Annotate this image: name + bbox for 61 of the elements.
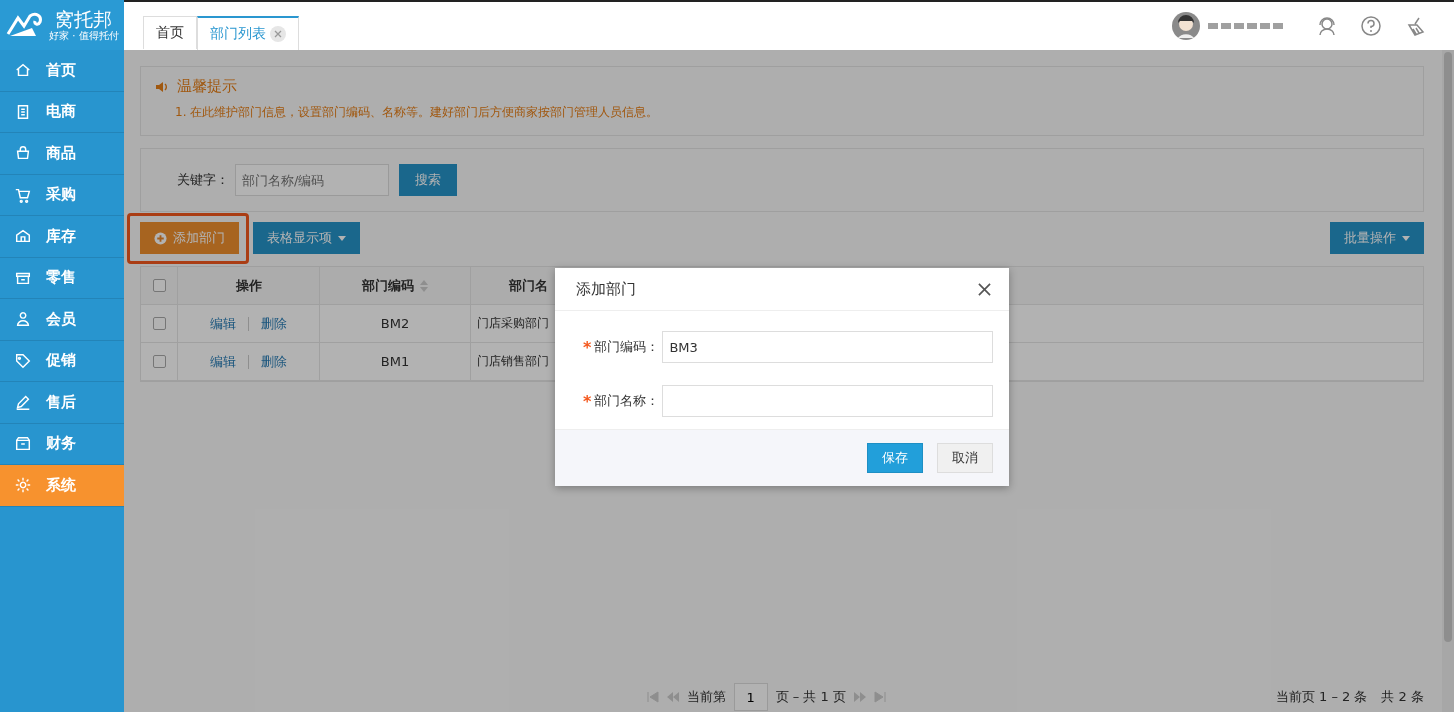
select-all-checkbox[interactable] bbox=[152, 279, 166, 292]
row-checkbox[interactable] bbox=[152, 317, 166, 330]
page-suffix: 页 – 共 1 页 bbox=[775, 688, 846, 706]
action-link[interactable]: 删除 bbox=[261, 352, 287, 371]
logo-name: 窝托邦 bbox=[55, 8, 113, 30]
avatar-icon[interactable] bbox=[1172, 12, 1200, 40]
column-header: 部门编码 bbox=[362, 276, 414, 295]
first-page-icon[interactable] bbox=[646, 691, 659, 703]
add-department-button[interactable]: 添加部门 bbox=[140, 222, 239, 254]
notice-text: 1. 在此维护部门信息，设置部门编码、名称等。建好部门后方便商家按部门管理人员信息。 bbox=[175, 104, 660, 121]
scrollbar[interactable] bbox=[1442, 50, 1454, 712]
page-number-field[interactable]: 1 bbox=[733, 683, 768, 711]
columns-dropdown-button[interactable]: 表格显示项 bbox=[253, 222, 360, 254]
box-icon bbox=[14, 434, 32, 453]
support-icon[interactable] bbox=[1316, 15, 1338, 37]
tag-icon bbox=[14, 351, 32, 370]
search-button[interactable]: 搜索 bbox=[399, 164, 457, 196]
column-header: 操作 bbox=[235, 276, 262, 295]
previous-page-icon[interactable] bbox=[666, 691, 679, 703]
total-count: 共 2 条 bbox=[1381, 688, 1424, 706]
row-checkbox[interactable] bbox=[152, 355, 166, 368]
save-button[interactable]: 保存 bbox=[867, 443, 923, 473]
field-label: 部门名称： bbox=[594, 392, 661, 410]
last-page-icon[interactable] bbox=[873, 691, 886, 703]
help-icon[interactable] bbox=[1360, 15, 1382, 37]
close-icon[interactable] bbox=[978, 282, 991, 296]
user-icon bbox=[14, 310, 32, 329]
tab[interactable]: 部门列表 bbox=[197, 16, 299, 50]
sort-icon[interactable] bbox=[420, 279, 428, 292]
notice-title: 温馨提示 bbox=[177, 77, 237, 96]
page-summary: 当前页 1 – 2 条 bbox=[1275, 688, 1368, 706]
action-link[interactable]: 编辑 bbox=[210, 314, 236, 333]
required-mark: * bbox=[583, 391, 592, 411]
next-page-icon[interactable] bbox=[853, 691, 866, 703]
plus-icon bbox=[154, 231, 167, 245]
keyword-label: 关键字： bbox=[177, 171, 229, 189]
caret-icon bbox=[338, 235, 346, 241]
caret-icon bbox=[1402, 235, 1410, 241]
gear-icon bbox=[14, 476, 32, 495]
logo-slogan: 好家 · 值得托付 bbox=[49, 30, 119, 42]
table-cell: BM1 bbox=[380, 354, 410, 369]
table-cell: 门店采购部门 bbox=[477, 315, 549, 332]
input-field[interactable] bbox=[662, 385, 993, 417]
sidebar-item[interactable]: 系统 bbox=[0, 465, 124, 507]
keyword-field[interactable]: 部门名称/编码 bbox=[235, 164, 389, 196]
dialog-title: 添加部门 bbox=[576, 279, 636, 299]
action-link[interactable]: 删除 bbox=[261, 314, 287, 333]
required-mark: * bbox=[583, 337, 592, 357]
pen-icon bbox=[14, 393, 32, 412]
page-prefix: 当前第 bbox=[686, 688, 726, 706]
batch-dropdown-button[interactable]: 批量操作 bbox=[1330, 222, 1424, 254]
input-field[interactable]: BM3 bbox=[662, 331, 993, 363]
tab[interactable]: 首页 bbox=[143, 16, 197, 49]
column-header: 部门名 bbox=[509, 276, 548, 295]
scrollbar-thumb[interactable] bbox=[1444, 52, 1452, 642]
speaker-icon bbox=[155, 79, 169, 94]
action-link[interactable]: 编辑 bbox=[210, 352, 236, 371]
table-cell: BM2 bbox=[380, 316, 410, 331]
field-label: 部门编码： bbox=[594, 338, 661, 356]
table-cell: 门店销售部门 bbox=[477, 353, 549, 370]
cancel-button[interactable]: 取消 bbox=[937, 443, 993, 473]
